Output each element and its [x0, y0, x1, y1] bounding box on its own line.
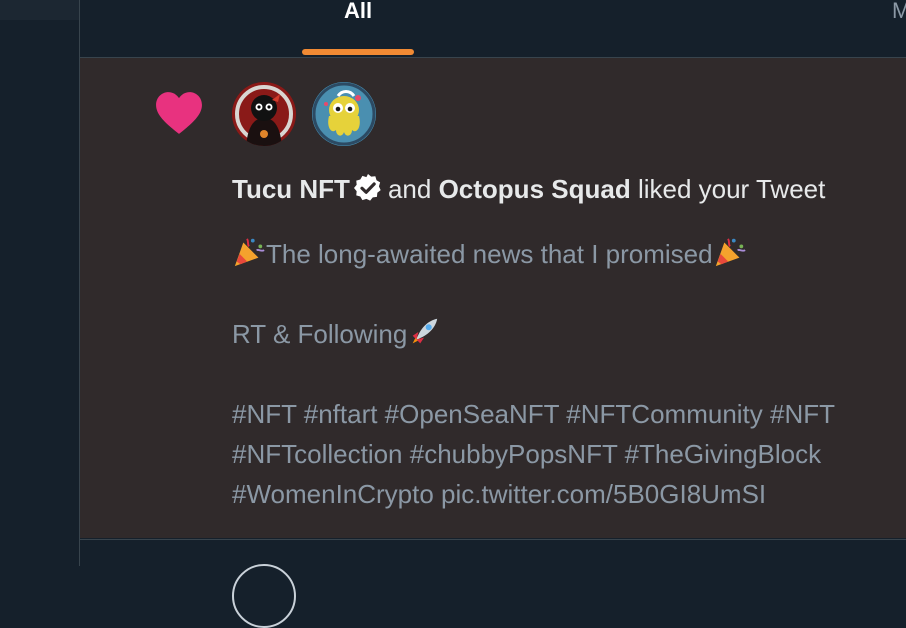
- octopus-squad-avatar-image: [312, 82, 376, 146]
- tucu-nft-avatar[interactable]: [232, 82, 296, 146]
- tab-all[interactable]: All: [302, 0, 414, 57]
- active-tab-indicator: [302, 49, 414, 55]
- tweet-line-2: RT & Following: [232, 314, 835, 354]
- tweet-line-3: #NFT #nftart #OpenSeaNFT #NFTCommunity #…: [232, 399, 836, 429]
- verified-badge-icon: [353, 174, 381, 201]
- party-popper-icon: [234, 238, 265, 267]
- tweet-line-1-text: The long-awaited news that I promised: [266, 239, 713, 269]
- like-notification[interactable]: Tucu NFT and Octopus Squad liked your Tw…: [80, 58, 906, 538]
- liked-summary: Tucu NFT and Octopus Squad liked your Tw…: [232, 172, 825, 205]
- heart-icon: [156, 92, 202, 134]
- tab-mentions-label: M: [892, 0, 906, 24]
- tweet-line-5: #WomenInCrypto pic.twitter.com/5B0GI8UmS…: [232, 479, 767, 509]
- tweet-line-4: #NFTcollection #chubbyPopsNFT #TheGiving…: [232, 439, 822, 469]
- next-notification[interactable]: [80, 539, 906, 628]
- octopus-squad-avatar[interactable]: [312, 82, 376, 146]
- next-notification-avatar[interactable]: [232, 564, 296, 628]
- rocket-icon: [413, 318, 438, 344]
- left-rail-top: [0, 0, 79, 20]
- left-rail: [0, 0, 80, 566]
- tab-all-label: All: [343, 0, 373, 23]
- user-name-tucu-nft[interactable]: Tucu NFT: [232, 174, 350, 204]
- user-name-octopus-squad[interactable]: Octopus Squad: [439, 174, 631, 204]
- tweet-preview: The long-awaited news that I promised RT…: [232, 234, 835, 514]
- tab-mentions[interactable]: M: [890, 0, 906, 57]
- party-popper-icon: [715, 238, 746, 267]
- tweet-line-1: The long-awaited news that I promised: [232, 234, 835, 274]
- tucu-nft-avatar-image: [232, 82, 296, 146]
- notification-tabs: All M: [80, 0, 906, 58]
- tweet-line-2-text: RT & Following: [232, 319, 408, 349]
- liked-action-text: liked your Tweet: [637, 174, 826, 204]
- and-text: and: [387, 174, 432, 204]
